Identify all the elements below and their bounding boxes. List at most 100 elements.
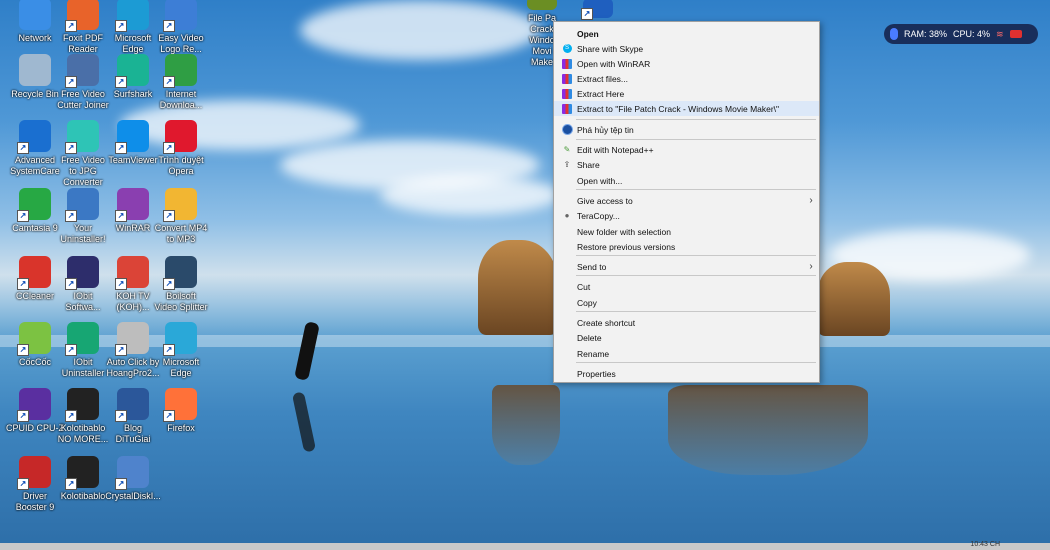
desktop-icon[interactable]: ↗ Firefox: [148, 384, 214, 450]
desktop-icon[interactable]: ↗ Convert MP4 to MP3: [148, 184, 214, 250]
chevron-right-icon: ›: [809, 195, 813, 206]
menu-icon-spacer: [561, 29, 573, 39]
menu-item-label: Open with WinRAR: [577, 58, 651, 69]
menu-icon-spacer: [561, 242, 573, 252]
shortcut-arrow-icon: ↗: [65, 210, 77, 222]
menu-item-restore-previous-versions[interactable]: Restore previous versions: [554, 239, 819, 254]
shortcut-arrow-icon: ↗: [115, 20, 127, 32]
rock: [818, 262, 890, 336]
shortcut-arrow-icon: ↗: [163, 344, 175, 356]
crystaldisk-icon: ↗: [115, 456, 149, 490]
edge-icon: ↗: [115, 0, 149, 32]
firefox-icon: ↗: [163, 388, 197, 422]
shortcut-arrow-icon: ↗: [163, 76, 175, 88]
menu-item-extract-to-file-patch-crack-wi[interactable]: Extract to "File Patch Crack - Windows M…: [554, 101, 819, 116]
menu-item-label: Share with Skype: [577, 43, 644, 54]
taskbar: 10:43 CH: [0, 541, 1050, 550]
menu-item-edit-with-notepad[interactable]: ✎ Edit with Notepad++: [554, 142, 819, 157]
record-icon: [1009, 30, 1022, 38]
your-uninstaller-icon: ↗: [65, 188, 99, 222]
shortcut-arrow-icon: ↗: [65, 344, 77, 356]
menu-item-rename[interactable]: Rename: [554, 346, 819, 361]
runner-reflection: [291, 391, 317, 453]
menu-separator: [576, 255, 816, 256]
menu-item-label: Share: [577, 159, 600, 170]
iobit-software-icon: ↗: [65, 256, 99, 290]
kolotibablo-icon-2: ↗: [65, 456, 99, 490]
recycle-bin-icon: [19, 54, 51, 86]
menu-item-properties[interactable]: Properties: [554, 366, 819, 381]
cloud: [300, 0, 540, 60]
menu-item-give-access-to[interactable]: Give access to ›: [554, 193, 819, 208]
teamviewer-icon: ↗: [115, 120, 149, 154]
driver-booster-icon: ↗: [17, 456, 51, 490]
shortcut-arrow-icon: ↗: [163, 278, 175, 290]
shortcut-arrow-icon: ↗: [115, 478, 127, 490]
menu-icon-spacer: [561, 333, 573, 343]
winrar-icon: [561, 88, 573, 99]
menu-item-copy[interactable]: Copy: [554, 295, 819, 310]
menu-item-extract-here[interactable]: Extract Here: [554, 86, 819, 101]
desktop-icon-label: Firefox: [167, 423, 195, 433]
shortcut-arrow-icon: ↗: [115, 76, 127, 88]
menu-item-label: Delete: [577, 332, 602, 343]
menu-item-label: Properties: [577, 368, 616, 379]
resource-monitor[interactable]: RAM: 38% CPU: 4% ≋: [884, 24, 1038, 44]
menu-item-ph-h-y-t-p-tin[interactable]: Phá hủy tệp tin: [554, 122, 819, 137]
menu-item-label: Create shortcut: [577, 317, 636, 328]
shortcut-arrow-icon: ↗: [65, 278, 77, 290]
winrar-icon-glyph: [562, 103, 572, 114]
shortcut-arrow-icon: ↗: [115, 210, 127, 222]
desktop-icon[interactable]: ↗ Internet Downloa...: [148, 50, 214, 116]
winrar-icon: ↗: [115, 188, 149, 222]
shortcut-arrow-icon: ↗: [581, 8, 593, 20]
menu-item-label: Extract to "File Patch Crack - Windows M…: [577, 103, 780, 114]
menu-item-new-folder-with-selection[interactable]: New folder with selection: [554, 224, 819, 239]
menu-item-label: Edit with Notepad++: [577, 144, 654, 155]
app-icon: ↗: [581, 0, 613, 20]
winrar-archive-icon: [527, 0, 557, 10]
menu-item-label: Open with...: [577, 175, 623, 186]
desktop-icon-label: Microsoft Edge: [162, 357, 200, 378]
surfshark-icon: ↗: [115, 54, 149, 88]
skype-icon-glyph: S: [562, 44, 572, 53]
chevron-right-icon: ›: [809, 261, 813, 272]
menu-item-teracopy[interactable]: ● TeraCopy...: [554, 208, 819, 223]
menu-item-label: Restore previous versions: [577, 241, 676, 252]
menu-item-open[interactable]: Open: [554, 26, 819, 41]
share-icon-glyph: ⇪: [563, 160, 571, 169]
menu-item-share-with-skype[interactable]: S Share with Skype: [554, 41, 819, 56]
menu-item-share[interactable]: ⇪ Share: [554, 157, 819, 172]
shortcut-arrow-icon: ↗: [17, 478, 29, 490]
menu-item-delete[interactable]: Delete: [554, 330, 819, 345]
menu-item-open-with[interactable]: Open with...: [554, 173, 819, 188]
menu-item-label: Copy: [577, 297, 597, 308]
menu-item-cut[interactable]: Cut: [554, 279, 819, 294]
menu-item-create-shortcut[interactable]: Create shortcut: [554, 315, 819, 330]
menu-icon-spacer: [561, 262, 573, 272]
shortcut-arrow-icon: ↗: [65, 478, 77, 490]
desktop-icon[interactable]: ↗ Trình duyệt Opera: [148, 116, 214, 182]
desktop-icon-label: CrystalDiskI...: [105, 491, 161, 501]
shield-icon: [561, 124, 573, 135]
ccleaner-icon: ↗: [17, 256, 51, 290]
teracopy-icon-glyph: ●: [564, 211, 570, 220]
taskbar-clock[interactable]: 10:43 CH: [970, 541, 1000, 548]
share-icon: ⇪: [561, 160, 573, 170]
desktop-icon[interactable]: ↗ Microsoft Edge: [148, 318, 214, 384]
menu-item-send-to[interactable]: Send to ›: [554, 259, 819, 274]
idm-icon: ↗: [163, 54, 197, 88]
menu-item-label: Give access to: [577, 195, 633, 206]
shortcut-arrow-icon: ↗: [17, 278, 29, 290]
cpu-readout: CPU: 4%: [953, 29, 991, 39]
desktop-icon[interactable]: ↗ CrystalDiskI...: [100, 452, 166, 518]
menu-item-open-with-winrar[interactable]: Open with WinRAR: [554, 56, 819, 71]
winrar-icon-glyph: [562, 88, 572, 99]
menu-separator: [576, 119, 816, 120]
desktop-icon-label: Boilsoft Video Splitter: [154, 291, 208, 312]
desktop-icon-label: Trình duyệt Opera: [158, 155, 204, 176]
desktop-icon[interactable]: ↗ Boilsoft Video Splitter: [148, 252, 214, 318]
shortcut-arrow-icon: ↗: [65, 410, 77, 422]
opera-icon: ↗: [163, 120, 197, 154]
menu-item-extract-files[interactable]: Extract files...: [554, 71, 819, 86]
